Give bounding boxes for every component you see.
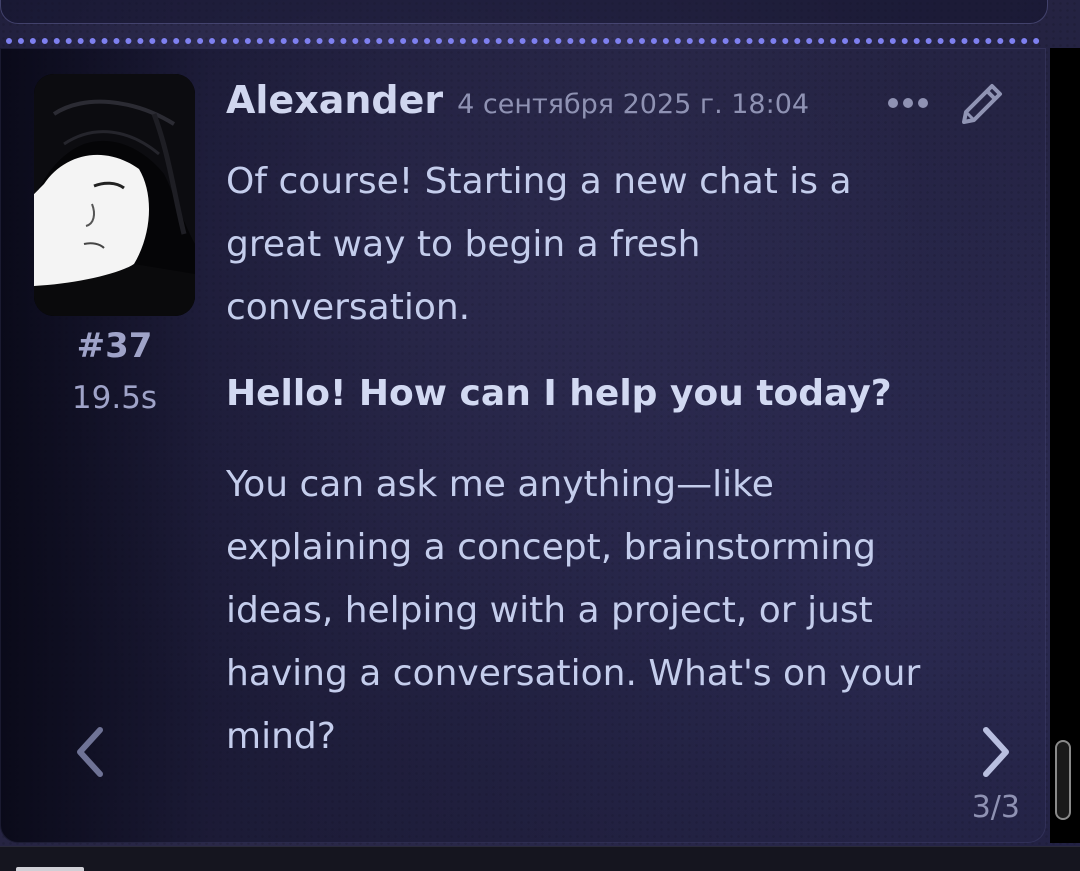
message-id: #37 — [76, 326, 153, 366]
more-dots-icon[interactable] — [884, 90, 932, 116]
bottom-bar — [0, 846, 1080, 871]
scrollbar-track[interactable] — [1050, 48, 1080, 843]
message-paragraph-bold: Hello! How can I help you today? — [226, 373, 892, 414]
chevron-right-icon — [983, 727, 1009, 777]
swipe-counter: 3/3 — [971, 790, 1020, 825]
avatar[interactable] — [34, 74, 195, 316]
message-separator — [6, 38, 1040, 44]
generation-time: 19.5s — [71, 380, 158, 416]
bottom-handle[interactable] — [16, 867, 84, 871]
message-paragraph: You can ask me anything—like explaining … — [226, 464, 921, 757]
author-name[interactable]: Alexander — [226, 78, 443, 122]
pencil-icon[interactable] — [954, 76, 1010, 132]
message-header: Alexander 4 сентября 2025 г. 18:04 — [226, 78, 809, 130]
previous-message-card — [0, 0, 1048, 24]
scrollbar-thumb[interactable] — [1055, 740, 1071, 820]
swipe-left-button[interactable] — [66, 722, 116, 782]
message-timestamp: 4 сентября 2025 г. 18:04 — [457, 89, 810, 120]
chevron-left-icon — [77, 727, 103, 777]
message-paragraph: Of course! Starting a new chat is a grea… — [226, 161, 852, 328]
swipe-right-button[interactable] — [970, 722, 1020, 782]
message-text: Of course! Starting a new chat is a grea… — [226, 150, 956, 768]
chat-background: #37 19.5s Alexander 4 сентября 2025 г. 1… — [0, 0, 1080, 871]
